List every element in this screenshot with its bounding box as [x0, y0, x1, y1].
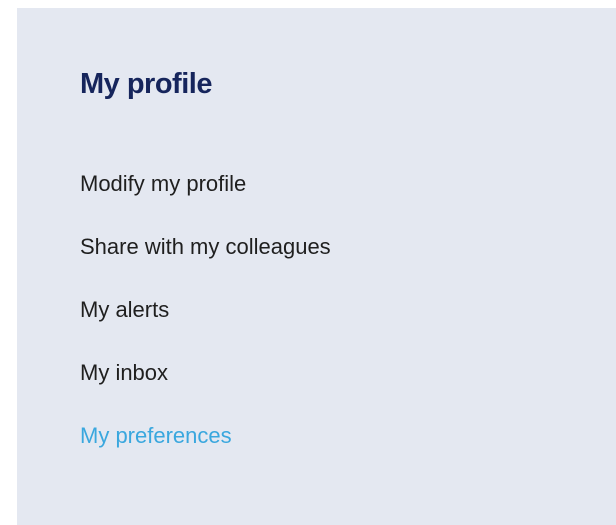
alerts-link[interactable]: My alerts [80, 299, 169, 321]
profile-menu-panel: My profile Modify my profile Share with … [17, 8, 616, 525]
inbox-link[interactable]: My inbox [80, 362, 168, 384]
panel-title: My profile [80, 68, 212, 100]
preferences-link[interactable]: My preferences [80, 425, 232, 447]
modify-profile-link[interactable]: Modify my profile [80, 173, 246, 195]
menu-item-modify-profile: Modify my profile [80, 173, 331, 236]
menu-item-alerts: My alerts [80, 299, 331, 362]
profile-menu-list: Modify my profile Share with my colleagu… [80, 173, 331, 488]
share-colleagues-link[interactable]: Share with my colleagues [80, 236, 331, 258]
menu-item-inbox: My inbox [80, 362, 331, 425]
menu-item-preferences: My preferences [80, 425, 331, 488]
menu-item-share-colleagues: Share with my colleagues [80, 236, 331, 299]
